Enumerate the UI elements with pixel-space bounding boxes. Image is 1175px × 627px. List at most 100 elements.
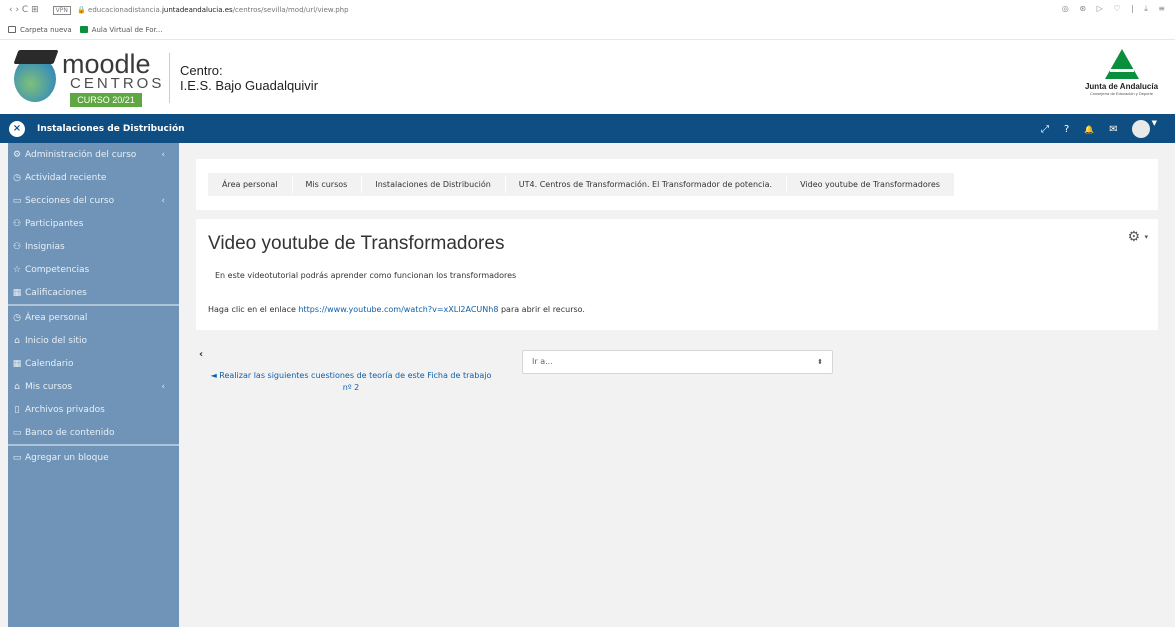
bookmarks-bar: Carpeta nueva Aula Virtual de For... xyxy=(0,20,1175,40)
sidebar-item-banco[interactable]: ▭ Banco de contenido xyxy=(8,421,179,444)
folder-icon: ▭ xyxy=(12,427,22,438)
select-arrows-icon: ⬍ xyxy=(817,358,823,366)
url-path: /centros/sevilla/mod/url/view.php xyxy=(232,6,349,14)
mail-icon[interactable]: ✉ xyxy=(1109,124,1117,135)
bell-icon[interactable]: 🔔 xyxy=(1084,125,1094,134)
sidebar-item-participantes[interactable]: ⚇ Participantes xyxy=(8,212,179,235)
user-menu-caret-icon[interactable]: ▼ xyxy=(1152,119,1157,127)
sidebar-item-calificaciones[interactable]: ▦ Calificaciones xyxy=(8,281,179,304)
chevron-left-icon: ‹ xyxy=(161,195,165,206)
sidebar-item-label: Participantes xyxy=(25,218,84,229)
chevron-down-icon[interactable]: ▾ xyxy=(1144,233,1148,241)
breadcrumb-item-current: Video youtube de Transformadores xyxy=(800,180,940,189)
browser-extension-icons[interactable]: ◎ ⊛ ▷ ♡ | ⤓ ≡ xyxy=(1062,4,1169,14)
sidebar-item-label: Inicio del sitio xyxy=(25,335,88,346)
sidebar-item-mis-cursos[interactable]: ⌂ Mis cursos ‹ xyxy=(8,375,179,398)
previous-activity-link[interactable]: ◄ Realizar las siguientes cuestiones de … xyxy=(210,370,492,394)
lock-icon: 🔒 xyxy=(77,6,86,14)
badge-icon: ⚇ xyxy=(12,241,22,252)
centro-name: I.E.S. Bajo Guadalquivir xyxy=(180,78,319,93)
sidebar-item-label: Mis cursos xyxy=(25,381,73,392)
bookmark-label: Aula Virtual de For... xyxy=(91,25,163,34)
sidebar-item-label: Calificaciones xyxy=(25,287,87,298)
sidebar-item-insignias[interactable]: ⚇ Insignias xyxy=(8,235,179,258)
sidebar-item-calendario[interactable]: ▦ Calendario xyxy=(8,352,179,375)
course-title[interactable]: Instalaciones de Distribución xyxy=(37,124,185,134)
bookmark-label: Carpeta nueva xyxy=(20,25,72,34)
left-scrollbar[interactable] xyxy=(0,143,8,627)
junta-logo[interactable]: Junta de Andalucía Consejería de Educaci… xyxy=(1074,49,1169,109)
graduation-cap-icon: ⌂ xyxy=(14,381,20,392)
bookmark-folder[interactable]: Carpeta nueva xyxy=(8,26,72,34)
logo-sub: CENTROS xyxy=(70,75,165,92)
sidebar-item-label: Competencias xyxy=(25,264,90,275)
breadcrumb: Área personal Mis cursos Instalaciones d… xyxy=(208,173,954,196)
graduation-cap-icon xyxy=(13,50,59,64)
resource-link-line: Haga clic en el enlace https://www.youtu… xyxy=(208,305,585,314)
url-prefix: educacionadistancia. xyxy=(88,6,162,14)
url-domain: juntadeandalucia.es xyxy=(161,6,233,14)
clock-icon: ◷ xyxy=(13,172,21,183)
jump-to-select[interactable]: Ir a... ⬍ xyxy=(522,350,833,374)
aula-icon xyxy=(79,26,88,33)
resource-description: En este videotutorial podrás aprender co… xyxy=(215,271,517,280)
sidebar-item-label: Calendario xyxy=(25,358,74,369)
bookmark-aula[interactable]: Aula Virtual de For... xyxy=(79,25,163,34)
chevron-left-icon: ‹ xyxy=(161,149,165,160)
sidebar-item-area-personal[interactable]: ◷ Área personal xyxy=(8,306,179,329)
junta-subtitle: Consejería de Educación y Deporte xyxy=(1089,91,1154,96)
sidebar-item-competencias[interactable]: ☆ Competencias xyxy=(8,258,179,281)
sidebar-item-inicio[interactable]: ⌂ Inicio del sitio xyxy=(8,329,179,352)
sidebar-item-secciones[interactable]: ▭ Secciones del curso ‹ xyxy=(8,189,179,212)
folder-icon: ▭ xyxy=(12,452,22,463)
main-content: Área personal Mis cursos Instalaciones d… xyxy=(179,143,1175,627)
grades-table-icon: ▦ xyxy=(12,287,22,298)
sidebar-item-archivos[interactable]: ▯ Archivos privados xyxy=(8,398,179,421)
sidebar: ⚙ Administración del curso ‹ ◷ Actividad re… xyxy=(8,143,179,627)
folder-icon xyxy=(8,26,16,33)
breadcrumb-item[interactable]: Área personal xyxy=(208,173,292,196)
sidebar-item-label: Secciones del curso xyxy=(25,195,115,206)
sidebar-item-label: Agregar un bloque xyxy=(25,452,109,463)
resource-card: Video youtube de Transformadores ⚙ ▾ En … xyxy=(196,219,1158,330)
star-icon: ☆ xyxy=(12,264,22,275)
vpn-badge: VPN xyxy=(52,6,71,15)
site-header: moodle CENTROS CURSO 20/21 Centro: I.E.S… xyxy=(0,41,1175,114)
link-prefix: Haga clic en el enlace xyxy=(208,305,299,314)
course-navbar: × Instalaciones de Distribución ⤢ ? 🔔 ✉ … xyxy=(0,114,1175,143)
back-chevron-icon[interactable]: ‹ xyxy=(199,349,203,360)
navbar-icons: ⤢ ? 🔔 ✉ ▼ xyxy=(1026,119,1157,138)
breadcrumb-item[interactable]: Mis cursos xyxy=(292,173,363,196)
help-icon[interactable]: ? xyxy=(1064,124,1069,135)
browser-nav-icons[interactable]: ‹ › C ⊞ xyxy=(9,5,39,15)
file-icon: ▯ xyxy=(14,404,20,415)
junta-name: Junta de Andalucía xyxy=(1084,82,1159,91)
gear-icon: ⚙ xyxy=(12,149,22,160)
expand-icon[interactable]: ⤢ xyxy=(1041,124,1049,135)
junta-a-bar xyxy=(1110,69,1134,72)
page-title: Video youtube de Transformadores xyxy=(208,233,505,254)
calendar-icon: ▦ xyxy=(12,358,22,369)
sidebar-item-label: Actividad reciente xyxy=(25,172,107,183)
address-bar[interactable]: VPN 🔒 educacionadistancia.juntadeandaluc… xyxy=(52,6,349,15)
breadcrumb-item[interactable]: UT4. Centros de Transformación. El Trans… xyxy=(505,173,788,196)
breadcrumb-card: Área personal Mis cursos Instalaciones d… xyxy=(196,159,1158,210)
avatar[interactable] xyxy=(1131,120,1150,138)
sidebar-item-actividad[interactable]: ◷ Actividad reciente xyxy=(8,166,179,189)
sidebar-item-administracion[interactable]: ⚙ Administración del curso ‹ xyxy=(8,143,179,166)
breadcrumb-item[interactable]: Instalaciones de Distribución xyxy=(361,173,507,196)
close-drawer-button[interactable]: × xyxy=(9,120,25,137)
sidebar-item-label: Banco de contenido xyxy=(25,427,115,438)
home-icon: ⌂ xyxy=(14,335,20,346)
logo-word: moodle xyxy=(62,49,151,79)
jump-select-value: Ir a... xyxy=(532,357,553,366)
sidebar-item-agregar-bloque[interactable]: ▭ Agregar un bloque xyxy=(8,446,179,469)
moodle-centros-logo[interactable]: moodle CENTROS CURSO 20/21 xyxy=(13,49,166,108)
folder-icon: ▭ xyxy=(12,195,22,206)
gear-icon[interactable]: ⚙ xyxy=(1127,229,1140,245)
sidebar-item-label: Administración del curso xyxy=(25,149,137,160)
junta-a-icon xyxy=(1104,49,1139,79)
chevron-left-icon: ‹ xyxy=(161,381,165,392)
youtube-link[interactable]: https://www.youtube.com/watch?v=xXLl2ACU… xyxy=(298,305,498,314)
dashboard-icon: ◷ xyxy=(13,312,21,323)
